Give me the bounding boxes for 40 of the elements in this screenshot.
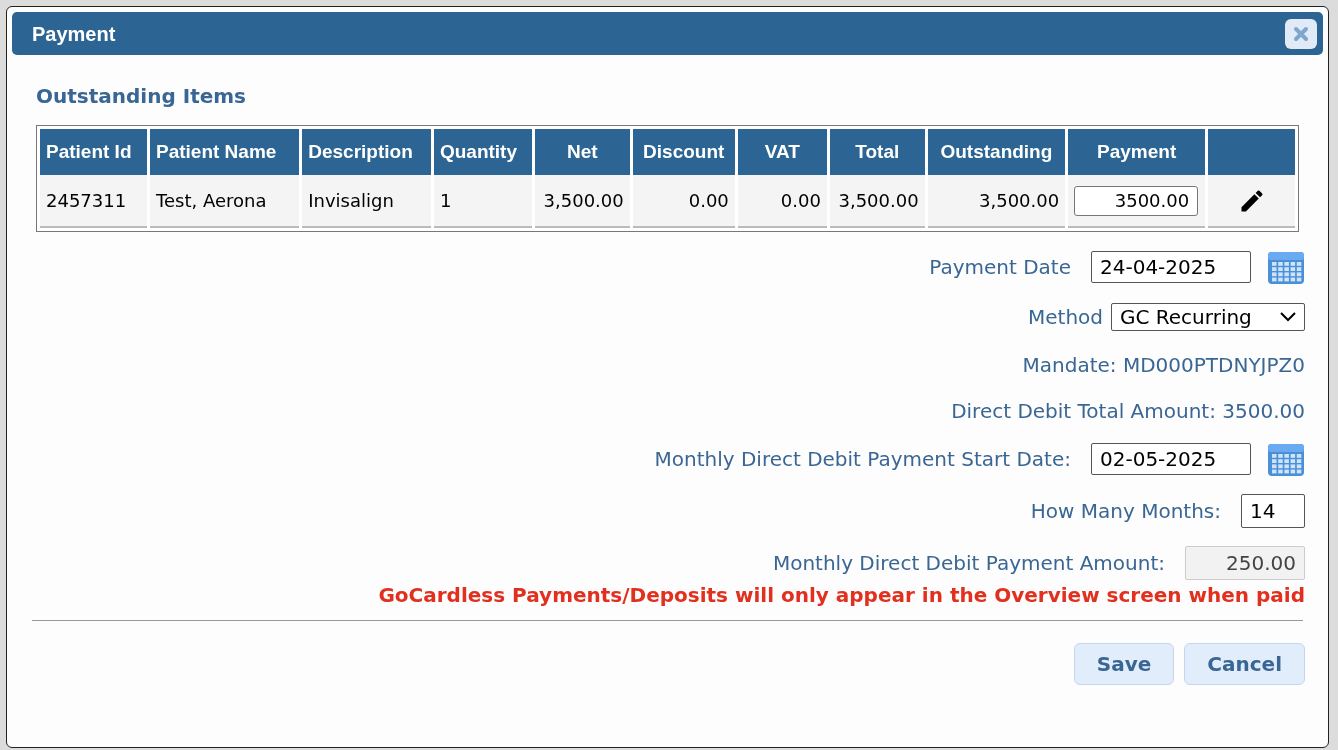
table-cell: 3,500.00: [927, 175, 1066, 228]
table-cell: 0.00: [737, 175, 827, 228]
field-label: Payment Date: [929, 254, 1071, 281]
column-header: Payment: [1068, 129, 1206, 175]
cancel-button[interactable]: Cancel: [1184, 643, 1305, 685]
column-header: Patient Name: [150, 129, 300, 175]
table-cell: 1: [433, 175, 532, 228]
column-header: VAT: [737, 129, 827, 175]
method-select[interactable]: GC Recurring: [1111, 303, 1305, 331]
dialog-title: Payment: [32, 21, 116, 47]
table-cell: 0.00: [632, 175, 735, 228]
field-label: Direct Debit Total Amount: 3500.00: [951, 398, 1305, 425]
chevron-down-icon: [1280, 312, 1296, 322]
field-label: Monthly Direct Debit Payment Amount:: [772, 550, 1165, 577]
field-label: Mandate: MD000PTDNYJPZ0: [1022, 352, 1305, 379]
table-cell: 3,500.00: [535, 175, 630, 228]
amount-field[interactable]: 250.00: [1185, 546, 1305, 580]
table-cell: Test, Aerona: [150, 175, 300, 228]
close-button[interactable]: [1285, 18, 1317, 49]
section-title: Outstanding Items: [36, 83, 247, 110]
column-header: Net: [535, 129, 630, 175]
payment-field[interactable]: 3500.00: [1074, 185, 1199, 216]
column-header: Quantity: [433, 129, 532, 175]
column-header: Patient Id: [40, 129, 147, 175]
save-button[interactable]: Save: [1073, 643, 1175, 685]
warning-text: GoCardless Payments/Deposits will only appear in the Overview screen when paid: [378, 582, 1305, 609]
table-cell: 3,500.00: [829, 175, 925, 228]
table-cell: Invisalign: [302, 175, 431, 228]
field-label: How Many Months:: [1030, 498, 1221, 525]
table-cell: 2457311: [40, 175, 147, 228]
months-field[interactable]: 14: [1241, 494, 1305, 528]
close-icon: [1293, 25, 1309, 42]
date-field[interactable]: 24-04-2025: [1091, 251, 1251, 283]
column-header: Discount: [632, 129, 735, 175]
column-header: Description: [302, 129, 431, 175]
field-label: Method: [1028, 304, 1103, 331]
column-header: Outstanding: [927, 129, 1066, 175]
date-field[interactable]: 02-05-2025: [1091, 443, 1251, 475]
field-label: Monthly Direct Debit Payment Start Date:: [654, 446, 1071, 473]
column-header: Total: [829, 129, 925, 175]
